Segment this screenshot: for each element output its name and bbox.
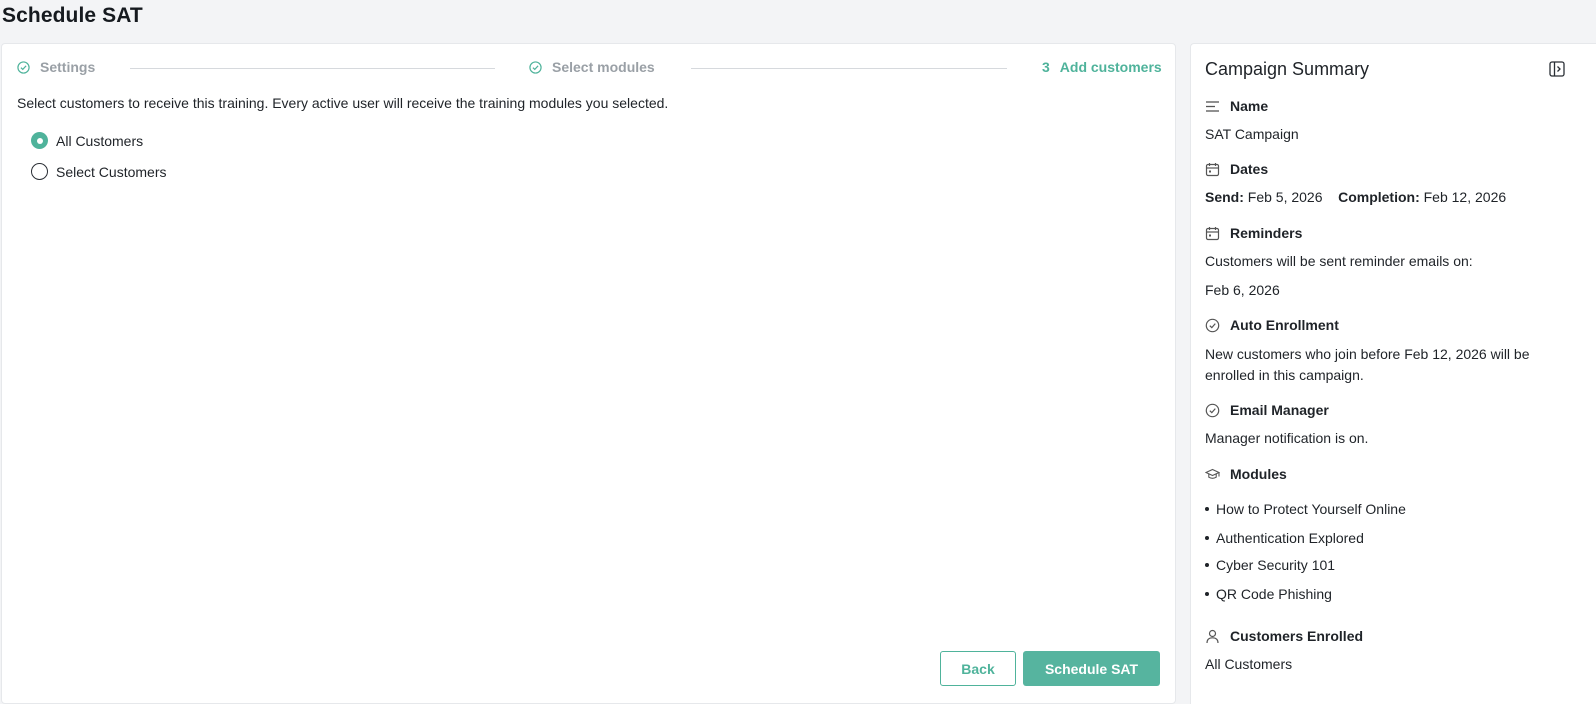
section-heading-label: Dates: [1230, 161, 1269, 177]
section-reminders-heading: Reminders: [1205, 225, 1302, 241]
graduation-cap-icon: [1205, 468, 1220, 479]
stepper: Settings Select modules 3 Add customers: [2, 44, 1177, 92]
send-label: Send:: [1205, 189, 1244, 205]
section-heading-label: Customers Enrolled: [1230, 628, 1364, 644]
intro-text: Select customers to receive this trainin…: [17, 95, 669, 111]
step-settings[interactable]: Settings: [17, 59, 95, 75]
step-label: Add customers: [1059, 59, 1162, 75]
check-circle-icon: [529, 60, 542, 74]
radio-all-customers[interactable]: All Customers: [31, 132, 143, 149]
text-lines-icon: [1206, 100, 1219, 112]
completion-label: Completion:: [1338, 189, 1420, 205]
email-manager-text: Manager notification is on.: [1205, 430, 1369, 446]
radio-button[interactable]: [31, 163, 48, 180]
radio-button[interactable]: [31, 132, 48, 149]
customers-enrolled-value: All Customers: [1205, 656, 1293, 672]
campaign-summary-panel: Campaign Summary Name SAT Campaign Dates…: [1190, 43, 1596, 704]
module-item: QR Code Phishing: [1205, 586, 1332, 602]
check-circle-icon: [1205, 318, 1220, 332]
section-email-manager-heading: Email Manager: [1205, 402, 1329, 418]
reminder-date: Feb 6, 2026: [1205, 282, 1280, 298]
step-select-modules[interactable]: Select modules: [529, 59, 655, 75]
step-label: Settings: [40, 59, 96, 75]
radio-label: Select Customers: [56, 163, 167, 180]
auto-enrollment-line1: New customers who join before Feb 12, 20…: [1205, 346, 1530, 362]
module-name: Cyber Security 101: [1216, 557, 1336, 573]
section-heading-label: Modules: [1230, 466, 1287, 482]
section-heading-label: Email Manager: [1230, 402, 1329, 418]
reminders-text: Customers will be sent reminder emails o…: [1205, 253, 1473, 269]
main-panel: Settings Select modules 3 Add customers …: [1, 43, 1176, 704]
auto-enrollment-line2: enrolled in this campaign.: [1205, 367, 1364, 383]
section-modules-heading: Modules: [1205, 466, 1287, 482]
send-date: Feb 5, 2026: [1247, 189, 1323, 205]
check-circle-icon: [1205, 403, 1220, 417]
step-number: 3: [1042, 59, 1050, 75]
section-heading-label: Name: [1230, 98, 1269, 114]
section-heading-label: Reminders: [1230, 225, 1303, 241]
step-add-customers[interactable]: 3 Add customers: [1042, 59, 1162, 75]
summary-title: Campaign Summary: [1205, 59, 1370, 79]
section-auto-enrollment-heading: Auto Enrollment: [1205, 317, 1339, 333]
section-heading-label: Auto Enrollment: [1230, 317, 1339, 333]
collapse-panel-icon[interactable]: [1549, 61, 1565, 77]
user-icon: [1206, 629, 1219, 643]
step-connector: [691, 68, 1007, 69]
section-customers-enrolled-heading: Customers Enrolled: [1205, 628, 1363, 644]
step-connector: [130, 68, 495, 69]
back-button[interactable]: Back: [940, 651, 1016, 686]
calendar-icon: [1205, 226, 1220, 240]
module-name: QR Code Phishing: [1216, 586, 1332, 602]
module-item: Authentication Explored: [1205, 530, 1364, 546]
page-title: Schedule SAT: [2, 4, 143, 27]
check-circle-icon: [17, 60, 30, 74]
section-dates-heading: Dates: [1205, 161, 1268, 177]
radio-label: All Customers: [56, 132, 144, 149]
radio-select-customers[interactable]: Select Customers: [31, 163, 166, 180]
module-name: How to Protect Yourself Online: [1216, 501, 1406, 517]
module-item: How to Protect Yourself Online: [1205, 501, 1406, 517]
step-label: Select modules: [552, 59, 655, 75]
completion-date: Feb 12, 2026: [1423, 189, 1507, 205]
dates-values: Send: Feb 5, 2026 Completion: Feb 12, 20…: [1205, 187, 1506, 208]
schedule-sat-button[interactable]: Schedule SAT: [1023, 651, 1160, 686]
module-name: Authentication Explored: [1216, 530, 1364, 546]
calendar-icon: [1205, 162, 1220, 176]
section-name-heading: Name: [1205, 98, 1268, 114]
module-item: Cyber Security 101: [1205, 557, 1335, 573]
campaign-name: SAT Campaign: [1205, 126, 1299, 142]
